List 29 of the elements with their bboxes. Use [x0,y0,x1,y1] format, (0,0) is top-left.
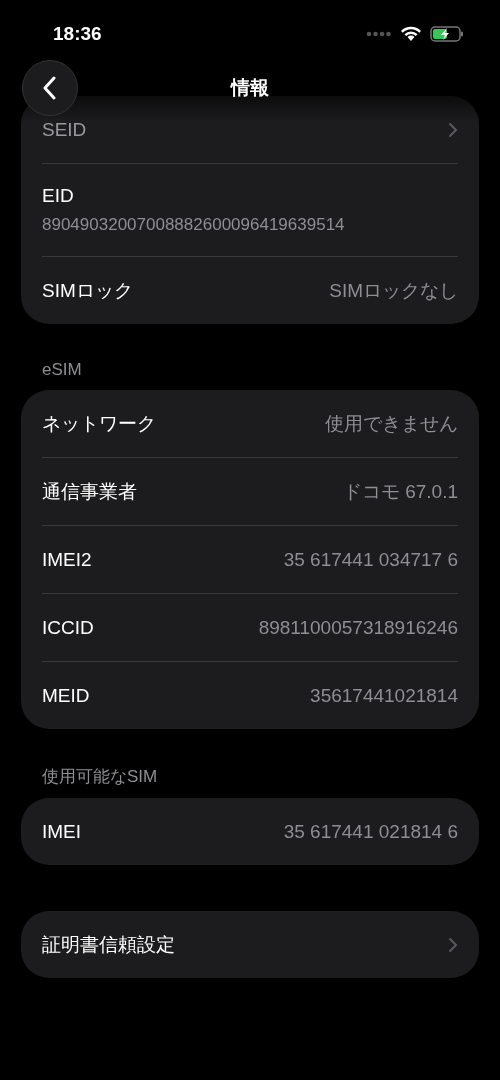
row-value: 8981100057318916246 [258,616,458,639]
row-label: 通信事業者 [42,479,137,504]
row-value: 89049032007008882600096419639514 [42,215,346,235]
row-value: ドコモ 67.0.1 [342,479,458,504]
row-value: SIMロックなし [329,278,458,303]
row-label: IMEI2 [42,548,92,571]
status-time: 18:36 [53,23,102,45]
row-label: IMEI [42,820,82,843]
wifi-icon [400,26,422,42]
row-label: ネットワーク [42,411,156,436]
battery-charging-icon [430,26,464,42]
row-value: 使用できません [325,411,458,436]
row-value: 35617441021814 [310,684,458,707]
section-header: 使用可能なSIM [41,766,159,788]
row-label: MEID [42,684,90,707]
signal-dots-icon [366,31,392,37]
row-label: SEID [42,118,87,141]
row-label: ICCID [42,616,94,639]
row-label: EID [42,185,75,207]
settings-row[interactable]: 証明書信頼設定 [42,911,458,978]
chevron-icon [448,121,458,138]
back-chevron-icon [43,76,57,100]
row-value: 35 617441 034717 6 [283,548,458,571]
section-header: eSIM [41,360,83,380]
row-label: SIMロック [42,278,133,303]
chevron-icon [448,936,458,953]
row-value: 35 617441 021814 6 [283,820,458,843]
row-label: 証明書信頼設定 [42,932,175,957]
back-button[interactable] [22,60,78,116]
